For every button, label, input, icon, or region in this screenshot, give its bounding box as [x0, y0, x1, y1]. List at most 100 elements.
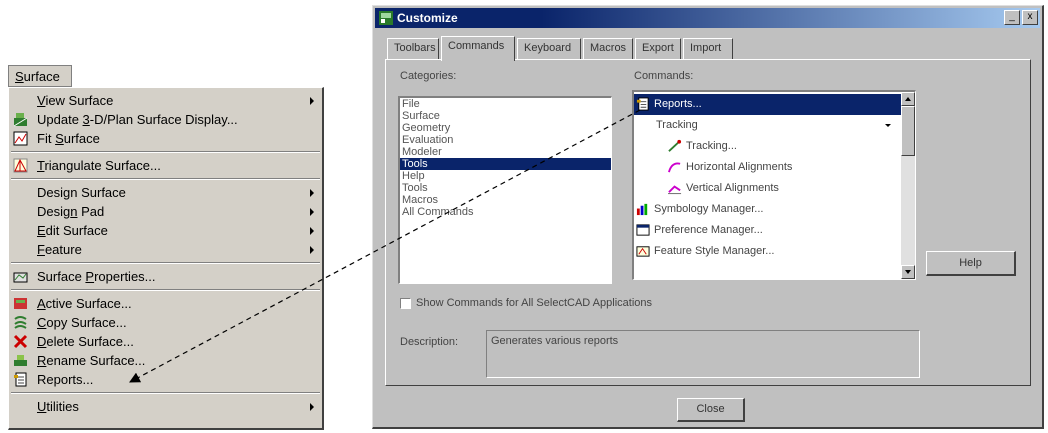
menu-title-mnemonic: S: [15, 69, 24, 84]
category-item[interactable]: File: [400, 98, 611, 110]
rename-surface-icon: [14, 355, 27, 366]
category-item[interactable]: Geometry: [400, 122, 611, 134]
tab-import[interactable]: Import: [683, 38, 733, 60]
command-item[interactable]: Tracking...: [634, 136, 901, 157]
command-item[interactable]: Reports...: [634, 94, 901, 115]
command-label: Vertical Alignments: [686, 182, 779, 194]
show-all-commands-label: Show Commands for All SelectCAD Applicat…: [416, 297, 652, 309]
category-item[interactable]: Modeler: [400, 146, 611, 158]
menu-separator: [9, 148, 322, 156]
tab-toolbars[interactable]: Toolbars: [387, 38, 439, 60]
help-button[interactable]: Help: [926, 251, 1016, 276]
command-item[interactable]: Tracking: [634, 115, 901, 136]
menu-item-label: Delete Surface...: [37, 334, 134, 349]
preference-icon: [636, 224, 650, 236]
menu-item[interactable]: Reports...: [9, 370, 322, 389]
menu-item-label: Surface Properties...: [37, 269, 156, 284]
categories-listbox[interactable]: File Surface Geometry Evaluation Modeler Tool…: [398, 96, 612, 284]
category-item[interactable]: Macros: [400, 194, 611, 206]
tab-export[interactable]: Export: [635, 38, 681, 60]
menu-item[interactable]: Feature: [9, 240, 322, 259]
command-item[interactable]: Horizontal Alignments: [634, 157, 901, 178]
menu-item-label: Reports...: [37, 372, 94, 387]
surface-menu-title[interactable]: Surface: [8, 65, 72, 87]
menu-item[interactable]: Rename Surface...: [9, 351, 322, 370]
command-label: Tracking: [656, 119, 698, 131]
menu-item[interactable]: Edit Surface: [9, 221, 322, 240]
menu-item[interactable]: Active Surface...: [9, 294, 322, 313]
submenu-arrow-icon: [310, 189, 314, 197]
menu-separator: [9, 175, 322, 183]
show-all-commands-checkbox[interactable]: [400, 298, 411, 309]
minimize-button[interactable]: _: [1004, 10, 1020, 25]
menu-item-label: View Surface: [37, 93, 114, 108]
category-item[interactable]: Surface: [400, 110, 611, 122]
surface-menu: View Surface Update 3-D/Plan Surface Disp…: [8, 87, 324, 430]
menu-item[interactable]: Utilities: [9, 397, 322, 416]
tab-macros[interactable]: Macros: [583, 38, 633, 60]
menu-item-label: Triangulate Surface...: [37, 158, 161, 173]
command-label: Symbology Manager...: [654, 203, 764, 215]
active-surface-icon: [14, 298, 27, 309]
menu-item[interactable]: Surface Properties...: [9, 267, 322, 286]
menu-item[interactable]: Fit Surface: [9, 129, 322, 148]
command-label: Reports...: [654, 98, 702, 110]
submenu-arrow-icon: [310, 208, 314, 216]
surface-properties-icon: [13, 272, 28, 283]
menu-item-label: Copy Surface...: [37, 315, 127, 330]
command-item[interactable]: Preference Manager...: [634, 220, 901, 241]
category-item[interactable]: All Commands: [400, 206, 611, 218]
tab-commands[interactable]: Commands: [441, 36, 515, 61]
fit-surface-icon: [13, 131, 28, 146]
submenu-arrow-icon: [310, 246, 314, 254]
menu-item-label: Utilities: [37, 399, 79, 414]
submenu-arrow-icon: [310, 97, 314, 105]
reports-icon: [14, 372, 27, 387]
menu-item[interactable]: Design Surface: [9, 183, 322, 202]
menu-separator: [9, 286, 322, 294]
command-item[interactable]: Vertical Alignments: [634, 178, 901, 199]
dialog-titlebar[interactable]: Customize _ x: [375, 8, 1040, 28]
scroll-thumb[interactable]: [901, 106, 915, 156]
commands-scrollbar[interactable]: [901, 92, 915, 279]
close-button[interactable]: Close: [677, 398, 745, 422]
submenu-arrow-icon: [310, 227, 314, 235]
tracking-icon: [668, 139, 682, 152]
commands-listbox[interactable]: Reports... Tracking Tracking... Horizontal …: [632, 90, 916, 280]
dialog-title: Customize: [397, 11, 458, 25]
category-item[interactable]: Evaluation: [400, 134, 611, 146]
feature-style-icon: [636, 246, 650, 257]
vertical-alignment-icon: [668, 185, 682, 195]
description-label: Description:: [400, 336, 459, 348]
scroll-down-button[interactable]: [901, 265, 915, 279]
update-display-icon: [13, 113, 28, 127]
command-label: Preference Manager...: [654, 224, 763, 236]
menu-item[interactable]: Update 3-D/Plan Surface Display...: [9, 110, 322, 129]
copy-surface-icon: [14, 316, 27, 329]
menu-item[interactable]: Triangulate Surface...: [9, 156, 322, 175]
menu-item-label: Design Pad: [37, 204, 105, 219]
menu-item[interactable]: View Surface: [9, 91, 322, 110]
menu-item-label: Edit Surface: [37, 223, 108, 238]
category-item[interactable]: Tools: [400, 182, 611, 194]
menu-item[interactable]: Copy Surface...: [9, 313, 322, 332]
triangulate-icon: [13, 158, 28, 173]
close-window-button[interactable]: x: [1022, 10, 1038, 25]
command-item[interactable]: Feature Style Manager...: [634, 241, 901, 262]
command-item[interactable]: Symbology Manager...: [634, 199, 901, 220]
commands-panel: Categories: File Surface Geometry Evaluatio…: [385, 59, 1031, 386]
menu-separator: [9, 389, 322, 397]
category-item[interactable]: Help: [400, 170, 611, 182]
customize-dialog: Customize _ x Toolbars Commands Keyboard Ma…: [372, 5, 1044, 429]
symbology-icon: [636, 203, 648, 216]
horizontal-alignment-icon: [668, 162, 681, 173]
menu-item[interactable]: Design Pad: [9, 202, 322, 221]
app-icon: [379, 11, 393, 25]
tab-keyboard[interactable]: Keyboard: [517, 38, 581, 60]
category-item[interactable]: Tools: [400, 158, 611, 170]
description-box: Generates various reports: [486, 330, 920, 378]
menu-item-label: Feature: [37, 242, 82, 257]
menu-item-label: Active Surface...: [37, 296, 132, 311]
menu-item[interactable]: Delete Surface...: [9, 332, 322, 351]
scroll-up-button[interactable]: [901, 92, 915, 106]
